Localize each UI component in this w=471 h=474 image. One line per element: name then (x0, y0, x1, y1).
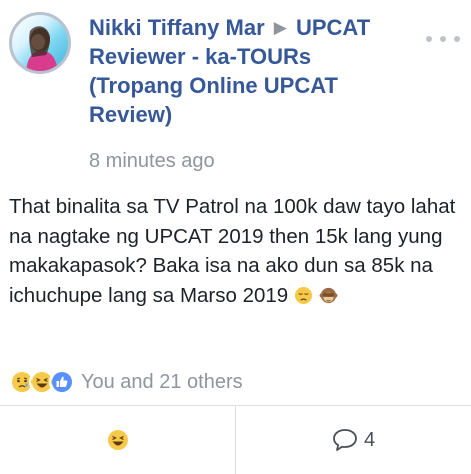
dot-icon (426, 36, 432, 42)
avatar-photo (26, 26, 58, 71)
post-header: Nikki Tiffany Mar ▶ UPCAT Reviewer - ka-… (89, 13, 409, 129)
group-post-card: Nikki Tiffany Mar ▶ UPCAT Reviewer - ka-… (0, 0, 471, 474)
reaction-icons-group (9, 369, 75, 395)
comment-icon (333, 429, 357, 451)
disappointed-face-icon (294, 286, 312, 304)
dot-icon (440, 36, 446, 42)
react-button[interactable] (0, 406, 235, 474)
post-body-text: That binalita sa TV Patrol na 100k daw t… (9, 195, 456, 307)
post-body: That binalita sa TV Patrol na 100k daw t… (9, 192, 464, 310)
comment-count: 4 (363, 428, 376, 451)
comment-button[interactable]: 4 (235, 406, 471, 474)
see-no-evil-monkey-icon (319, 287, 338, 303)
dot-icon (454, 36, 460, 42)
reactions-summary[interactable]: You and 21 others (9, 368, 243, 396)
author-name-link[interactable]: Nikki Tiffany Mar (89, 15, 265, 40)
shared-to-arrow-icon: ▶ (273, 18, 287, 37)
more-options-button[interactable] (426, 28, 460, 50)
post-action-bar: 4 (0, 405, 471, 474)
author-avatar[interactable] (9, 12, 71, 74)
haha-reaction-icon (107, 430, 128, 450)
reaction-count-text: You and 21 others (81, 370, 243, 393)
like-reaction-icon (49, 369, 75, 395)
post-timestamp[interactable]: 8 minutes ago (89, 148, 215, 174)
